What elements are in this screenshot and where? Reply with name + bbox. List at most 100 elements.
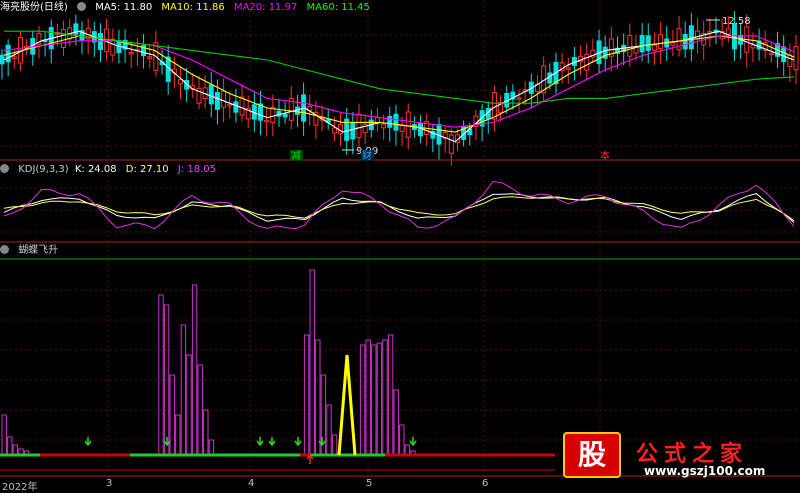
- indicator-bar: [180, 324, 187, 456]
- x-tick-label: 5: [366, 478, 373, 489]
- indicator-title: 蝴蝶飞升: [18, 245, 59, 256]
- ma5-label: MA5: 11.80: [95, 2, 153, 13]
- candle-body: [214, 91, 220, 110]
- indicator-bar: [309, 269, 315, 456]
- indicator-bar: [1, 414, 7, 456]
- indicator-bar: [371, 344, 377, 456]
- candle-body: [399, 125, 405, 132]
- candle-body: [584, 53, 590, 71]
- marker-ben: 本: [600, 149, 610, 162]
- candle-body: [331, 127, 337, 134]
- indicator-bar: [175, 414, 181, 456]
- main-panel-header: 海亮股份(日线) MA5: 11.80 MA10: 11.86 MA20: 11…: [0, 1, 376, 15]
- candle-body: [233, 101, 239, 113]
- candle-body: [282, 113, 288, 118]
- indicator-bar: [326, 404, 332, 456]
- stock-name: 海亮股份(日线): [0, 2, 68, 13]
- indicator-bar: [315, 339, 321, 456]
- candle-body: [405, 111, 411, 138]
- candle-body: [264, 119, 270, 123]
- candle-body: [393, 113, 399, 131]
- indicator-bar: [158, 294, 164, 456]
- marker-jian: 减: [291, 150, 301, 162]
- kdj-line-j: [3, 180, 795, 230]
- candle-body: [110, 38, 116, 56]
- down-arrow-icon: [84, 437, 92, 447]
- x-tick-label: 6: [482, 478, 489, 489]
- logo-url: www.gszj100.com: [644, 464, 766, 478]
- candle-body: [448, 134, 454, 154]
- indicator-settings-dot-icon[interactable]: [0, 245, 9, 254]
- moving-average-lines: [3, 30, 795, 143]
- candle-body: [516, 97, 522, 100]
- candle-body: [491, 92, 497, 120]
- candle-body: [208, 84, 214, 105]
- candle-body: [97, 33, 103, 50]
- indicator-bar: [169, 374, 175, 456]
- kdj-j-value: J: 18.05: [177, 164, 216, 175]
- candle-body: [781, 46, 787, 63]
- indicator-extras: [0, 354, 555, 471]
- candle-body: [793, 46, 799, 71]
- indicator-bar: [393, 389, 399, 456]
- kdj-title: KDJ(9,3,3): [18, 164, 69, 175]
- candle-body: [11, 56, 17, 59]
- candle-body: [387, 115, 393, 128]
- candle-body: [651, 44, 657, 51]
- candle-body: [645, 35, 651, 51]
- candle-body: [381, 123, 387, 129]
- candle-body: [418, 122, 424, 137]
- x-tick-label: 3: [106, 478, 113, 489]
- down-arrow-icon: [268, 437, 276, 447]
- candle-body: [682, 34, 688, 50]
- kdj-lines: [3, 180, 795, 230]
- candle-body: [147, 56, 153, 59]
- candle-body: [227, 103, 233, 107]
- candle-body: [221, 90, 227, 108]
- logo-badge: 股: [563, 432, 621, 478]
- candle-body: [658, 34, 664, 49]
- candle-body: [787, 54, 793, 67]
- kdj-line-k: [3, 193, 795, 223]
- indicator-bar: [303, 334, 310, 456]
- ma60-label: MA60: 11.45: [306, 2, 370, 13]
- candle-body: [695, 30, 701, 40]
- x-tick-label: 4: [248, 478, 255, 489]
- marker-cai: 财: [362, 149, 372, 162]
- candle-body: [639, 34, 645, 53]
- candle-body: [768, 52, 774, 56]
- candle-body: [270, 106, 276, 123]
- candle-body: [0, 54, 5, 65]
- candle-body: [356, 113, 362, 139]
- indicator-bar: [331, 434, 338, 456]
- indicator-bar: [382, 339, 388, 456]
- indicator-bar: [387, 334, 394, 456]
- down-arrow-icon: [294, 437, 302, 447]
- indicator-bar: [208, 439, 215, 456]
- indicator-bar: [376, 342, 383, 456]
- high-price-label: 12.58: [722, 16, 751, 27]
- candle-body: [725, 28, 731, 35]
- candle-body: [61, 29, 67, 48]
- settings-dot-icon[interactable]: [77, 2, 86, 11]
- indicator-bar: [191, 284, 198, 456]
- indicator-bar: [203, 409, 209, 456]
- indicator-bar: [359, 344, 366, 456]
- kdj-settings-dot-icon[interactable]: [0, 164, 9, 173]
- candle-body: [350, 122, 356, 140]
- kdj-d-value: D: 27.10: [125, 164, 169, 175]
- down-arrow-icon: [409, 437, 417, 447]
- ma10-label: MA10: 11.86: [161, 2, 225, 13]
- candle-body: [670, 42, 676, 46]
- grid-lines: [0, 0, 800, 476]
- candlesticks: [0, 11, 799, 166]
- kdj-panel-header: KDJ(9,3,3) K: 24.08 D: 27.10 J: 18.05: [0, 163, 222, 177]
- kdj-k-value: K: 24.08: [74, 164, 117, 175]
- candle-body: [565, 67, 571, 70]
- indicator-bar: [365, 339, 371, 456]
- candle-body: [627, 35, 633, 57]
- watermark-logo: 股 公式之家 www.gszj100.com: [560, 432, 800, 482]
- candle-body: [750, 44, 756, 49]
- candle-body: [239, 96, 245, 116]
- ma-line-ma20: [3, 35, 795, 128]
